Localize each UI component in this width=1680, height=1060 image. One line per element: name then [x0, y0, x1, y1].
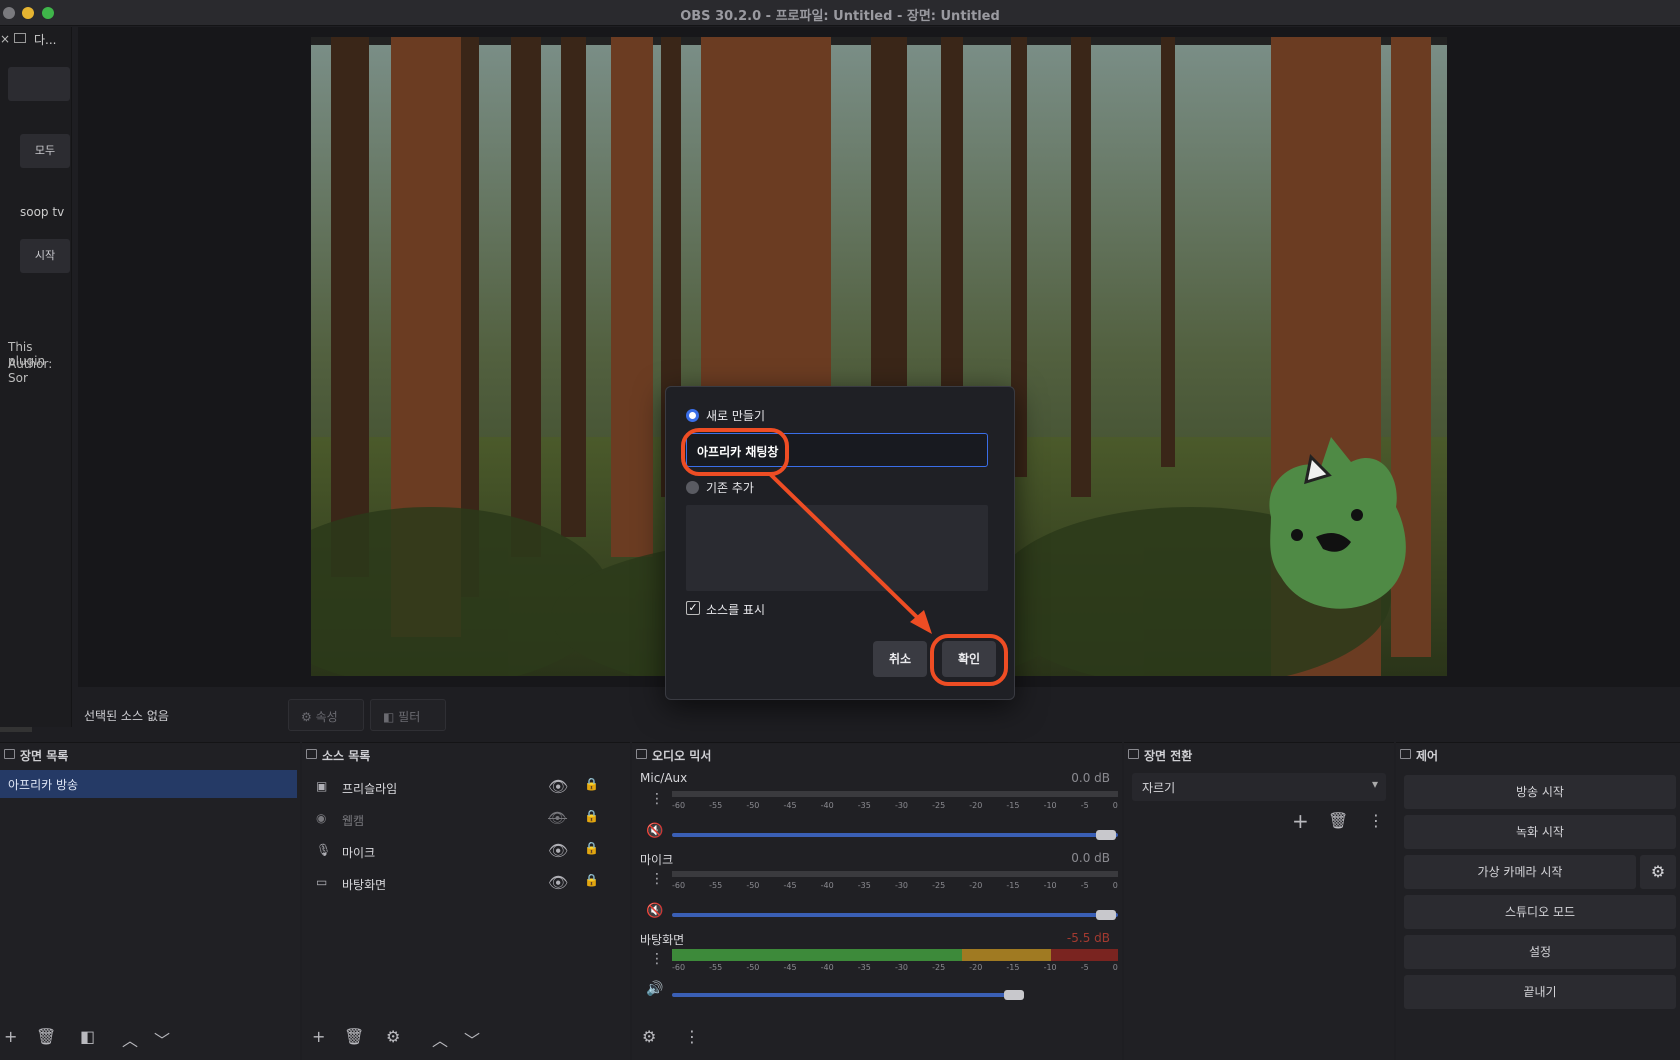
annotation-arrow — [768, 472, 932, 634]
